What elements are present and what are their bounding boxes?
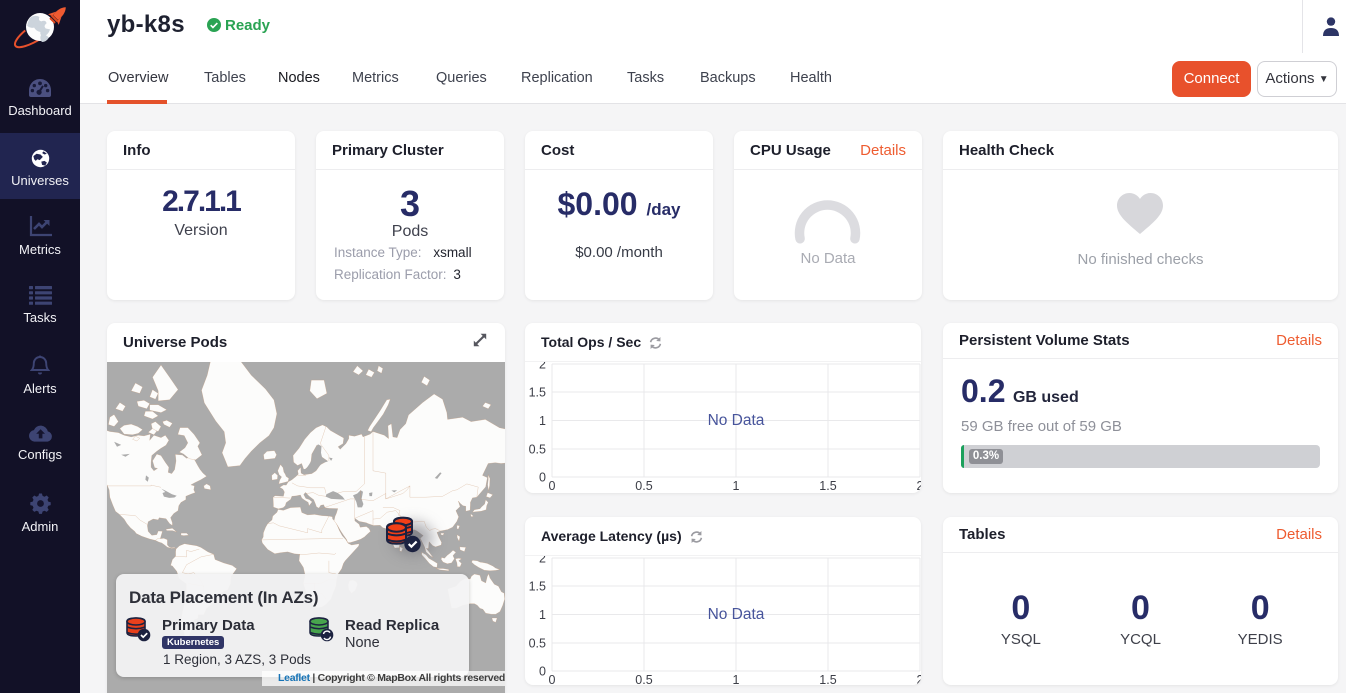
svg-text:1.5: 1.5	[529, 580, 546, 594]
svg-text:1: 1	[733, 673, 740, 685]
svg-text:0.5: 0.5	[635, 673, 652, 685]
svg-text:0.5: 0.5	[529, 443, 546, 457]
svg-text:No Data: No Data	[708, 412, 765, 429]
svg-text:2: 2	[917, 479, 921, 493]
svg-text:1.5: 1.5	[819, 479, 836, 493]
svg-text:2: 2	[917, 673, 921, 685]
svg-text:2: 2	[539, 362, 546, 372]
svg-text:0: 0	[539, 665, 546, 679]
svg-text:1.5: 1.5	[819, 673, 836, 685]
svg-text:1.5: 1.5	[529, 386, 546, 400]
svg-text:0.5: 0.5	[529, 637, 546, 651]
svg-text:1: 1	[539, 608, 546, 622]
svg-text:No Data: No Data	[708, 606, 765, 623]
svg-text:1: 1	[539, 414, 546, 428]
svg-text:0: 0	[549, 479, 556, 493]
svg-text:0: 0	[539, 471, 546, 485]
svg-text:2: 2	[539, 556, 546, 566]
svg-text:0: 0	[549, 673, 556, 685]
svg-text:0.5: 0.5	[635, 479, 652, 493]
svg-text:1: 1	[733, 479, 740, 493]
